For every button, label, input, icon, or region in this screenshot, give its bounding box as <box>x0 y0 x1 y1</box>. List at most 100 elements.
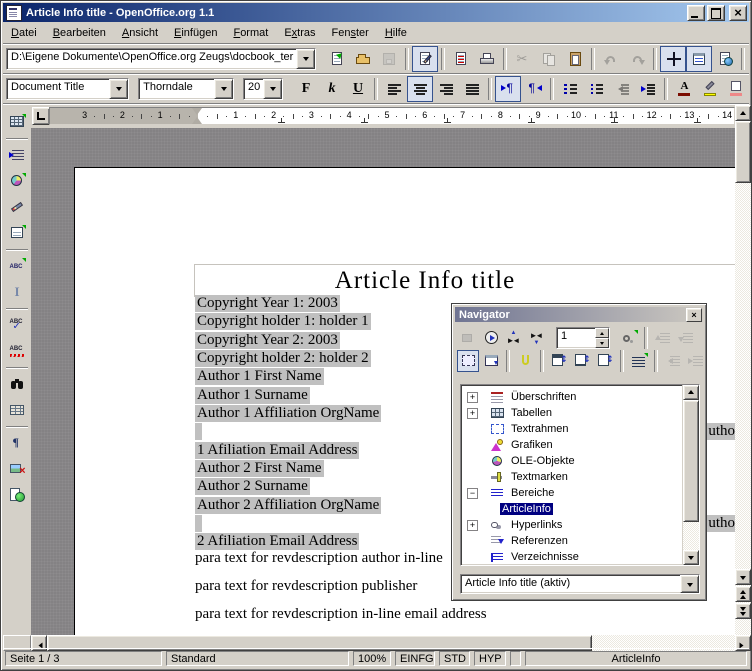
background-button[interactable] <box>723 76 749 102</box>
vertical-scrollbar[interactable] <box>735 105 751 635</box>
navigator-document-value[interactable]: Article Info title (aktiv) <box>461 575 680 593</box>
next-page-button[interactable] <box>735 603 751 619</box>
tree-expander-plus[interactable]: + <box>467 392 478 403</box>
status-hyperlink-mode[interactable]: HYP <box>474 651 506 666</box>
justify-button[interactable] <box>459 76 485 102</box>
url-value[interactable]: D:\Eigene Dokumente\OpenOffice.org Zeugs… <box>7 49 296 69</box>
page-number-value[interactable]: 1 <box>557 328 595 348</box>
style-dropdown-button[interactable] <box>109 79 128 99</box>
online-layout-button[interactable] <box>4 482 30 508</box>
font-name-combobox[interactable]: Thorndale <box>138 78 234 100</box>
document-line[interactable]: utho <box>195 515 202 533</box>
footer-button[interactable] <box>571 350 593 372</box>
menu-fenster[interactable]: Fenster <box>324 24 377 42</box>
document-line[interactable]: Copyright holder 1: holder 1 <box>195 313 371 331</box>
navigator-tree-item-überschriften[interactable]: +Überschriften <box>461 389 699 405</box>
data-sources-button[interactable] <box>4 397 30 423</box>
next-button[interactable] <box>526 327 548 349</box>
navigator-tree-item-articleinfo[interactable]: ArticleInfo <box>461 501 699 517</box>
document-line[interactable]: Author 2 First Name <box>195 460 324 478</box>
font-size-value[interactable]: 20 <box>244 79 263 99</box>
nonprinting-characters-button[interactable] <box>4 430 30 456</box>
export-pdf-button[interactable] <box>448 46 474 72</box>
document-line[interactable]: Author 2 Affiliation OrgName <box>195 497 381 515</box>
navigator-tree-item-hyperlinks[interactable]: +Hyperlinks <box>461 517 699 533</box>
header-button[interactable] <box>548 350 570 372</box>
paragraph-style-combobox[interactable]: Document Title <box>6 78 129 100</box>
drag-mode-button[interactable] <box>618 327 640 349</box>
document-line[interactable]: Author 2 Surname <box>195 478 310 496</box>
maximize-button[interactable] <box>707 5 725 21</box>
italic-button[interactable]: k <box>319 76 345 102</box>
minimize-button[interactable] <box>687 5 705 21</box>
navigator-tree-item-referenzen[interactable]: Referenzen <box>461 533 699 549</box>
edit-file-button[interactable] <box>412 46 438 72</box>
direct-cursor-button[interactable] <box>4 279 30 305</box>
navigation-button[interactable] <box>480 327 502 349</box>
bold-button[interactable]: F <box>293 76 319 102</box>
status-zoom-level[interactable]: 100% <box>353 651 391 666</box>
insert-object-button[interactable] <box>4 168 30 194</box>
list-box-button[interactable] <box>457 350 479 372</box>
navigator-document-combobox[interactable]: Article Info title (aktiv) <box>460 574 700 594</box>
insert-button[interactable] <box>4 142 30 168</box>
paste-button[interactable] <box>562 46 588 72</box>
align-left-button[interactable] <box>381 76 407 102</box>
content-view-button[interactable] <box>480 350 502 372</box>
font-size-combobox[interactable]: 20 <box>243 78 283 100</box>
insert-table-button[interactable] <box>4 109 30 135</box>
outline-level-button[interactable] <box>628 350 650 372</box>
document-line[interactable]: 1 Afiliation Email Address <box>195 442 359 460</box>
tree-expander-plus[interactable]: + <box>467 408 478 419</box>
draw-functions-button[interactable] <box>4 194 30 220</box>
scroll-up-button[interactable] <box>735 105 751 121</box>
tree-expander-plus[interactable]: + <box>467 520 478 531</box>
spin-up-button[interactable] <box>595 328 609 338</box>
status-page-number[interactable]: Seite 1 / 3 <box>5 651 162 666</box>
menu-ansicht[interactable]: Ansicht <box>114 24 166 42</box>
scrollbar-thumb[interactable] <box>683 400 699 522</box>
reminder-button[interactable] <box>514 350 536 372</box>
print-button[interactable] <box>474 46 500 72</box>
tree-expander-minus[interactable]: − <box>467 488 478 499</box>
navigator-tree-item-bereiche[interactable]: −Bereiche <box>461 485 699 501</box>
font-name-value[interactable]: Thorndale <box>139 79 214 99</box>
navigator-close-button[interactable]: × <box>686 308 702 322</box>
tab-type-button[interactable] <box>32 107 50 125</box>
document-line[interactable]: Author 1 Surname <box>195 387 310 405</box>
document-heading[interactable]: Article Info title <box>195 267 655 295</box>
status-insert-mode[interactable]: EINFG <box>395 651 435 666</box>
navigator-title-bar[interactable]: Navigator × <box>455 307 703 322</box>
scroll-down-button[interactable] <box>735 569 751 585</box>
navigator-tree-item-verzeichnisse[interactable]: Verzeichnisse <box>461 549 699 565</box>
document-line[interactable]: Copyright Year 2: 2003 <box>195 332 340 350</box>
scrollbar-thumb[interactable] <box>735 121 751 183</box>
menu-bearbeiten[interactable]: Bearbeiten <box>45 24 114 42</box>
anchor-text-button[interactable] <box>594 350 616 372</box>
navigator-tree-item-textmarken[interactable]: Textmarken <box>461 469 699 485</box>
font-color-button[interactable] <box>671 76 697 102</box>
stylist-button[interactable] <box>686 46 712 72</box>
bullets-button[interactable] <box>583 76 609 102</box>
scroll-up-button[interactable] <box>683 385 699 400</box>
increase-indent-button[interactable] <box>635 76 661 102</box>
close-button[interactable] <box>729 5 747 21</box>
scrollbar-track[interactable] <box>735 105 751 635</box>
highlighting-button[interactable] <box>697 76 723 102</box>
align-center-button[interactable] <box>407 76 433 102</box>
indent-marker-bottom[interactable] <box>192 112 202 124</box>
status-selection-mode[interactable]: STD <box>439 651 470 666</box>
hyperlink-dialog-button[interactable] <box>712 46 738 72</box>
url-combobox[interactable]: D:\Eigene Dokumente\OpenOffice.org Zeugs… <box>6 48 316 70</box>
document-paragraph[interactable]: para text for revdescription publisher <box>195 578 417 595</box>
document-line[interactable]: Copyright Year 1: 2003 <box>195 295 340 313</box>
navigator-tree-item-ole-objekte[interactable]: OLE-Objekte <box>461 453 699 469</box>
align-right-button[interactable] <box>433 76 459 102</box>
document-line[interactable]: 2 Afiliation Email Address <box>195 533 359 551</box>
ruler-band[interactable]: 3211234567891011121314 <box>49 107 735 125</box>
document-line[interactable]: Author 1 First Name <box>195 368 324 386</box>
size-dropdown-button[interactable] <box>263 79 282 99</box>
navigator-button[interactable] <box>660 46 686 72</box>
spin-down-button[interactable] <box>595 338 609 348</box>
menu-datei[interactable]: Datei <box>3 24 45 42</box>
